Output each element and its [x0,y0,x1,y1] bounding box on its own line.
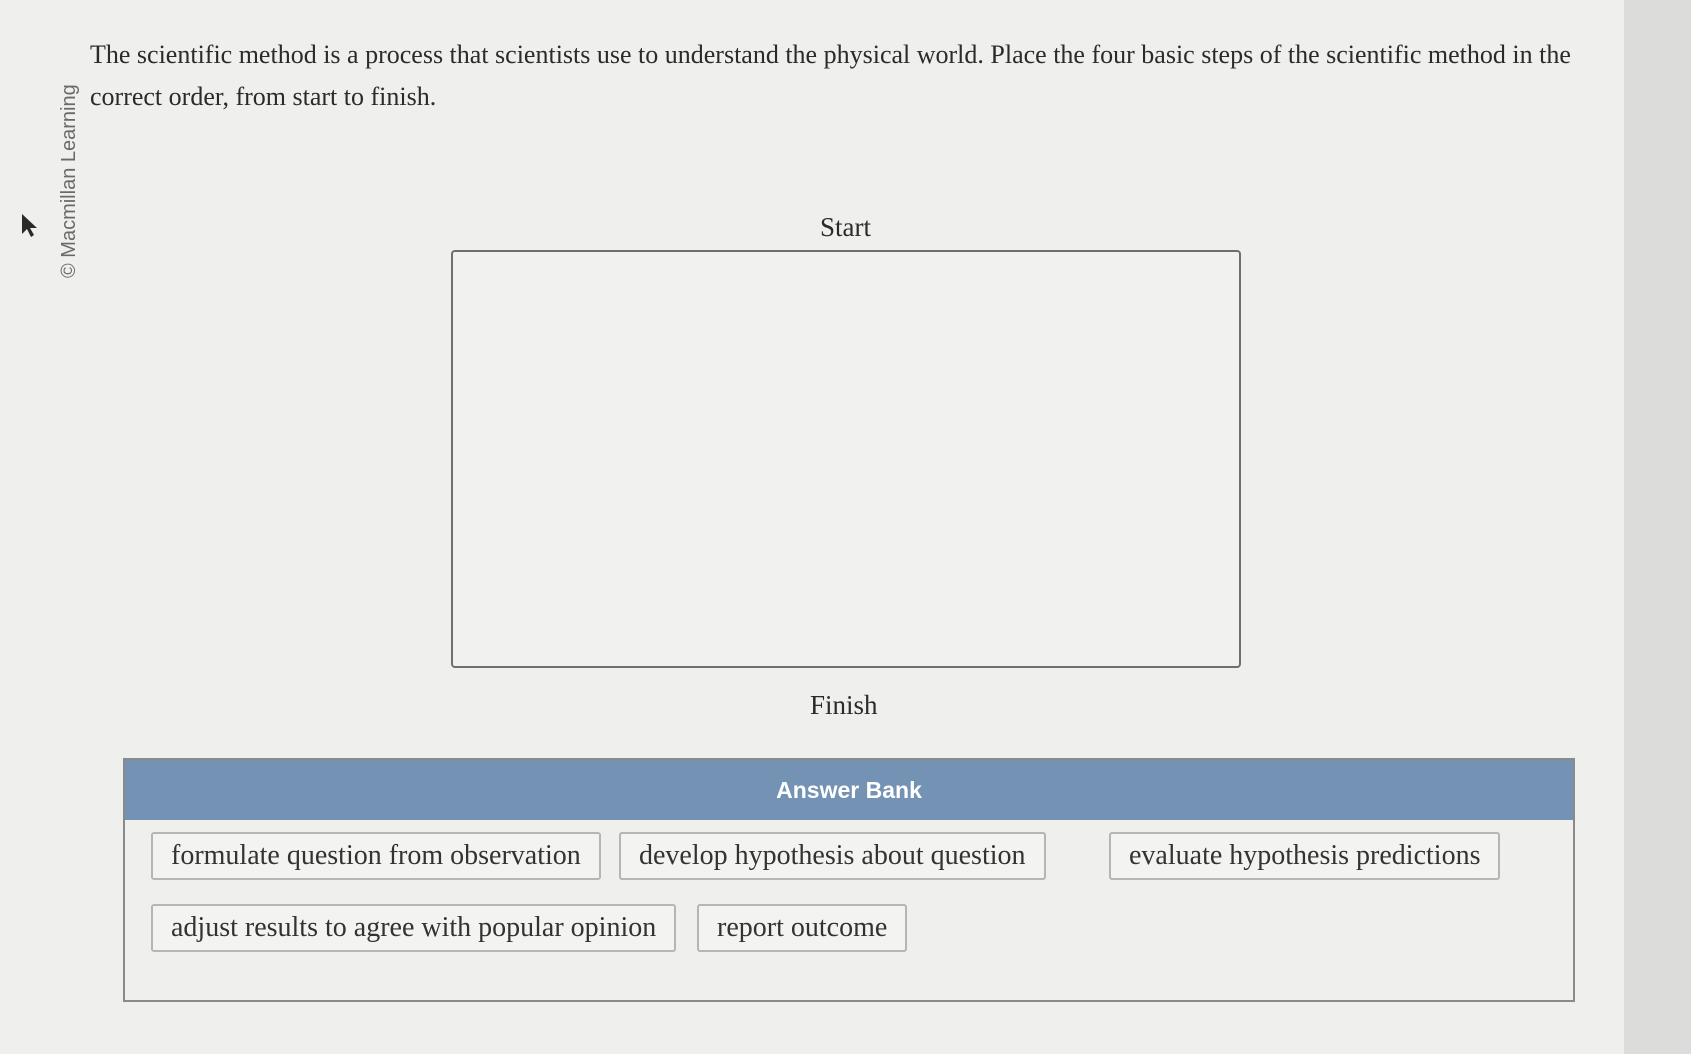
question-page: © Macmillan Learning The scientific meth… [0,0,1624,1054]
answer-chip-develop-hypothesis[interactable]: develop hypothesis about question [619,832,1046,880]
answer-chip-evaluate-predictions[interactable]: evaluate hypothesis predictions [1109,832,1501,880]
copyright-notice: © Macmillan Learning [58,84,80,278]
ordering-drop-zone[interactable] [451,250,1241,668]
answer-bank: Answer Bank formulate question from obse… [123,758,1575,1002]
answer-chip-formulate-question[interactable]: formulate question from observation [151,832,601,880]
cursor-arrow-icon [22,214,37,237]
question-text: The scientific method is a process that … [90,40,1571,111]
finish-label: Finish [810,690,878,720]
answer-chip-report-outcome[interactable]: report outcome [697,904,908,952]
start-label: Start [820,212,871,242]
answer-chip-adjust-results[interactable]: adjust results to agree with popular opi… [151,904,677,952]
window-margin [1624,0,1691,1054]
answer-bank-title: Answer Bank [125,760,1573,820]
